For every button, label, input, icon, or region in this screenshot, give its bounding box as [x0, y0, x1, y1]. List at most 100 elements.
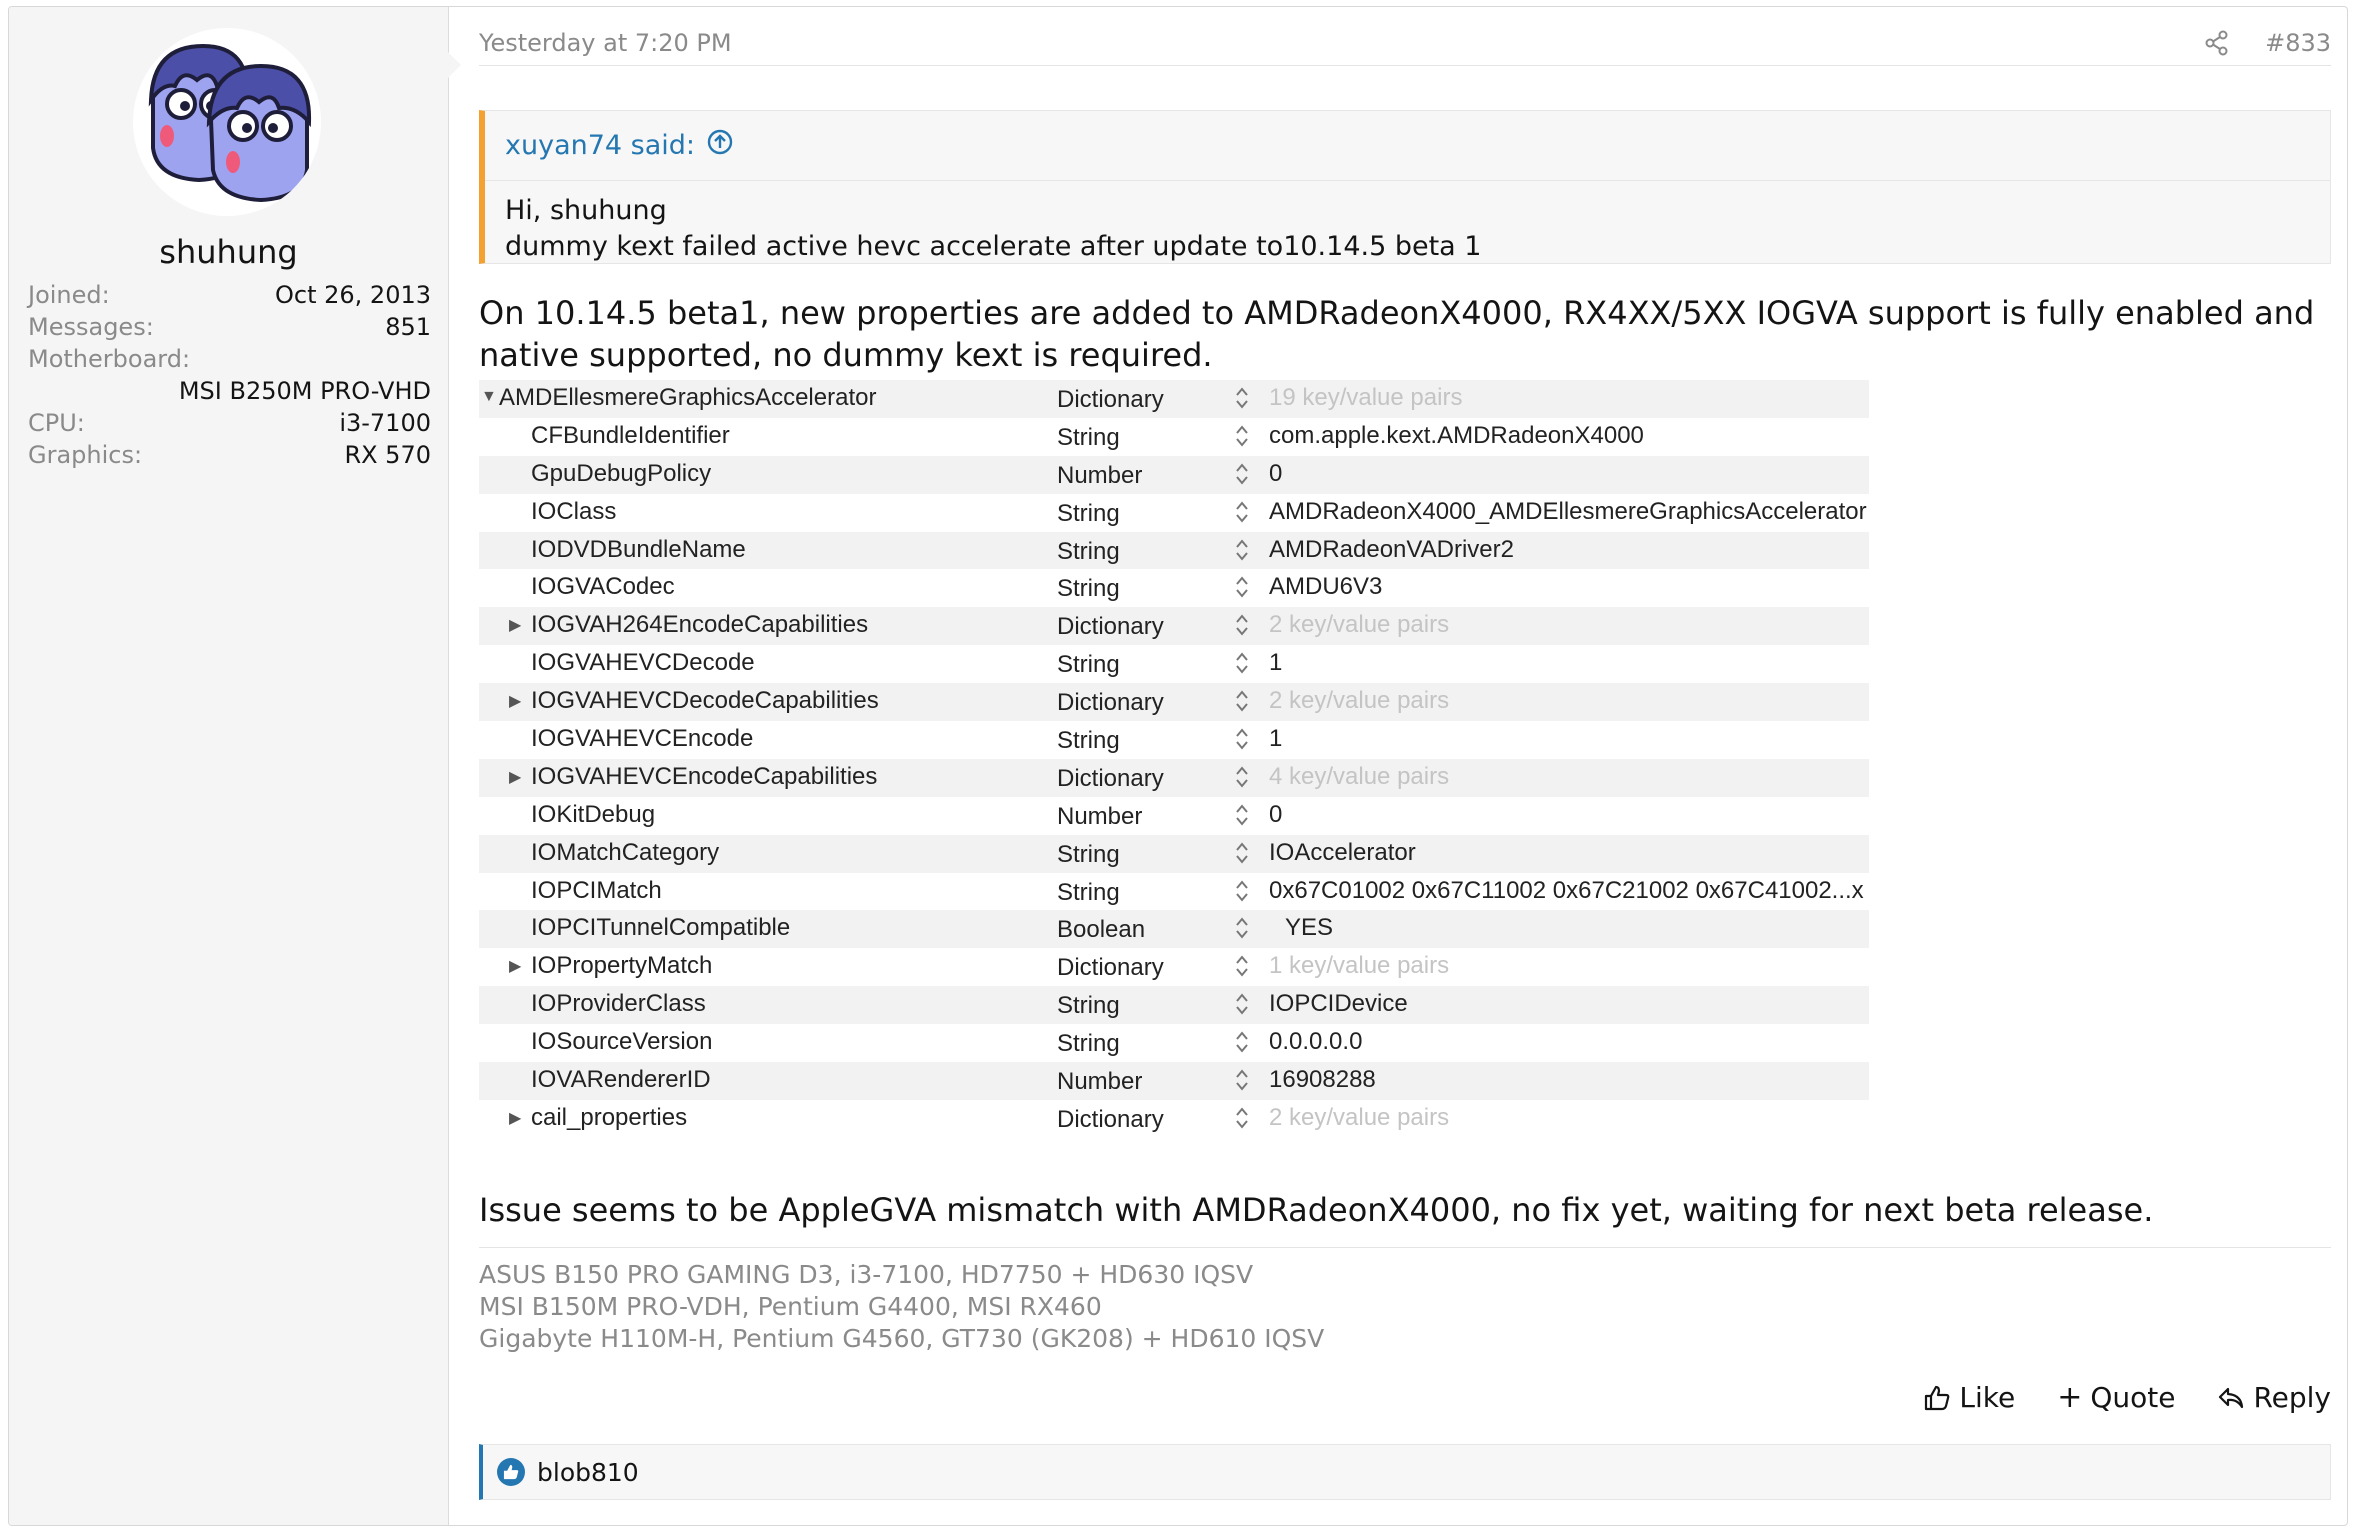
user-info-graphics: Graphics: RX 570: [28, 441, 431, 471]
stepper-icon: [1234, 801, 1250, 829]
property-row: GpuDebugPolicy Number 0: [479, 455, 1869, 494]
disclosure-open-icon[interactable]: ▼: [481, 388, 497, 406]
property-row: ▼ AMDEllesmereGraphicsAccelerator Dictiona…: [479, 380, 1869, 418]
disclosure-closed-icon[interactable]: ▶: [509, 956, 521, 976]
property-type: String: [1057, 992, 1120, 1020]
stepper-icon: [1234, 839, 1250, 867]
property-type: String: [1057, 840, 1120, 868]
signature-line: Gigabyte H110M-H, Pentium G4560, GT730 (…: [479, 1324, 1325, 1353]
post-number[interactable]: #833: [2265, 29, 2331, 57]
property-type: Dictionary: [1057, 613, 1164, 641]
property-value: YES: [1285, 914, 1334, 942]
stepper-icon: [1234, 952, 1250, 980]
property-row: IOVARendererID Number 16908288: [479, 1062, 1869, 1100]
reply-button[interactable]: Reply: [2217, 1380, 2331, 1415]
property-value: 2 key/value pairs: [1269, 611, 1450, 639]
info-label: Messages:: [28, 313, 154, 341]
property-row: ▶ IOGVAHEVCDecodeCapabilities Dictionary 2 …: [479, 683, 1869, 722]
property-key: IOPropertyMatch: [531, 952, 713, 980]
stepper-icon: [1234, 1028, 1250, 1056]
signature-line: ASUS B150 PRO GAMING D3, i3-7100, HD7750…: [479, 1260, 1254, 1289]
quote-block: xuyan74 said: Hi, shuhung dummy kext fai…: [479, 110, 2331, 264]
property-type: Dictionary: [1057, 386, 1164, 413]
property-type: String: [1057, 1030, 1120, 1058]
quote-button[interactable]: + Quote: [2057, 1380, 2175, 1415]
property-key: IOPCIMatch: [531, 876, 662, 904]
property-value: 0x67C01002 0x67C11002 0x67C21002 0x67C41…: [1269, 876, 1864, 904]
property-type: String: [1057, 878, 1120, 906]
user-sidebar: shuhung Joined: Oct 26, 2013 Messages: 8…: [9, 7, 449, 1525]
property-type: Number: [1057, 802, 1143, 830]
property-row: IOMatchCategory String IOAccelerator: [479, 834, 1869, 873]
property-type: Number: [1057, 461, 1143, 489]
reply-label: Reply: [2253, 1381, 2331, 1414]
user-info-cpu: CPU: i3-7100: [28, 409, 431, 439]
reaction-users[interactable]: blob810: [537, 1458, 639, 1487]
property-value: AMDU6V3: [1269, 573, 1383, 601]
property-row: IOGVAHEVCEncode String 1: [479, 721, 1869, 759]
disclosure-closed-icon[interactable]: ▶: [509, 1108, 521, 1128]
quote-author[interactable]: xuyan74 said:: [505, 130, 695, 161]
info-value[interactable]: 851: [385, 313, 431, 341]
post-date[interactable]: Yesterday at 7:20 PM: [479, 29, 732, 57]
reply-icon: [2219, 1387, 2244, 1408]
like-label: Like: [1959, 1381, 2016, 1414]
stepper-icon: [1234, 687, 1250, 715]
property-value: AMDRadeonX4000_AMDEllesmereGraphicsAccel…: [1269, 497, 1867, 525]
stepper-icon: [1234, 536, 1250, 564]
property-key: CFBundleIdentifier: [531, 421, 730, 449]
property-value: IOAccelerator: [1269, 838, 1416, 866]
property-value: 1: [1269, 649, 1283, 677]
property-value: 19 key/value pairs: [1269, 384, 1463, 411]
property-value: 2 key/value pairs: [1269, 687, 1450, 715]
property-key: IOGVAHEVCDecodeCapabilities: [531, 687, 879, 715]
avatar[interactable]: [133, 28, 321, 216]
property-key: GpuDebugPolicy: [531, 459, 712, 487]
property-key: IOGVAHEVCEncodeCapabilities: [531, 762, 878, 790]
jump-to-quote-icon[interactable]: [707, 129, 733, 162]
property-key: IOGVAHEVCEncode: [531, 725, 754, 753]
forum-post: shuhung Joined: Oct 26, 2013 Messages: 8…: [8, 6, 2348, 1526]
stepper-icon: [1234, 384, 1250, 412]
property-value: com.apple.kext.AMDRadeonX4000: [1269, 421, 1644, 449]
property-type: Number: [1057, 1068, 1143, 1096]
disclosure-closed-icon[interactable]: ▶: [509, 767, 521, 787]
property-row: ▶ IOPropertyMatch Dictionary 1 key/value pa…: [479, 948, 1869, 986]
property-value: 1 key/value pairs: [1269, 952, 1450, 980]
property-key: IOGVACodec: [531, 573, 675, 601]
property-value: 0.0.0.0.0: [1269, 1028, 1363, 1056]
signature-divider: [479, 1247, 2331, 1248]
quote-line: Hi, shuhung: [505, 195, 667, 226]
stepper-icon: [1234, 1066, 1250, 1094]
quote-attribution[interactable]: xuyan74 said:: [505, 129, 733, 162]
property-key: IODVDBundleName: [531, 535, 746, 563]
property-list-screenshot: ▼ AMDEllesmereGraphicsAccelerator Dictiona…: [479, 380, 1869, 1138]
property-value: 16908288: [1269, 1066, 1376, 1094]
property-row: IOClass String AMDRadeonX4000_AMDEllesmere…: [479, 494, 1869, 532]
property-key: IOVARendererID: [531, 1066, 711, 1094]
info-value: Oct 26, 2013: [275, 281, 431, 309]
property-row: IOSourceVersion String 0.0.0.0.0: [479, 1024, 1869, 1062]
property-type: Dictionary: [1057, 764, 1164, 792]
property-row: IOGVACodec String AMDU6V3: [479, 569, 1869, 607]
property-key: IOGVAHEVCDecode: [531, 649, 755, 677]
property-key: IOSourceVersion: [531, 1028, 713, 1056]
reactions-bar[interactable]: blob810: [479, 1444, 2331, 1500]
disclosure-closed-icon[interactable]: ▶: [509, 615, 521, 635]
username[interactable]: shuhung: [9, 233, 448, 271]
user-info-messages: Messages: 851: [28, 313, 431, 343]
property-row: ▶ cail_properties Dictionary 2 key/value pa…: [479, 1100, 1869, 1138]
quote-label: Quote: [2090, 1381, 2176, 1414]
like-button[interactable]: Like: [1923, 1380, 2015, 1415]
stepper-icon: [1234, 725, 1250, 753]
property-type: Dictionary: [1057, 954, 1164, 982]
share-icon[interactable]: [2202, 28, 2232, 58]
info-label: CPU:: [28, 409, 85, 437]
property-type: String: [1057, 423, 1120, 451]
property-key: AMDEllesmereGraphicsAccelerator: [499, 384, 877, 411]
disclosure-closed-icon[interactable]: ▶: [509, 691, 521, 711]
property-value: 2 key/value pairs: [1269, 1103, 1450, 1131]
stepper-icon: [1234, 877, 1250, 905]
user-info-joined: Joined: Oct 26, 2013: [28, 281, 431, 311]
user-info-motherboard: Motherboard: MSI B250M PRO-VHD: [28, 345, 431, 409]
